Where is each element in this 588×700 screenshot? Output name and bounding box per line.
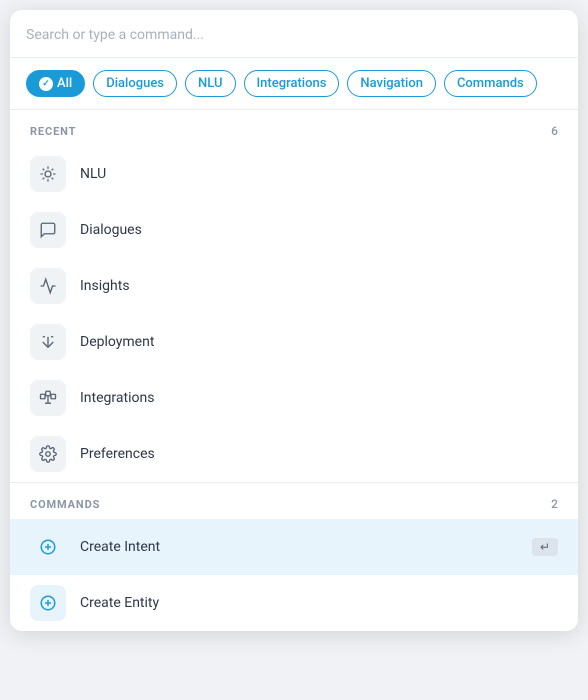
filter-label-nlu: NLU — [198, 76, 222, 91]
integrations-label: Integrations — [80, 390, 154, 406]
deployment-icon — [30, 324, 66, 360]
create-intent-shortcut: ↵ — [532, 538, 558, 556]
list-item-dialogues[interactable]: Dialogues — [10, 202, 578, 258]
commands-section: COMMANDS 2 Create Intent ↵ — [10, 482, 578, 631]
deployment-label: Deployment — [80, 334, 154, 350]
create-intent-icon — [30, 529, 66, 565]
list-item-deployment[interactable]: Deployment — [10, 314, 578, 370]
preferences-label: Preferences — [80, 446, 155, 462]
list-item-create-intent[interactable]: Create Intent ↵ — [10, 519, 578, 575]
integrations-icon — [30, 380, 66, 416]
filter-chip-navigation[interactable]: Navigation — [347, 70, 436, 97]
filter-bar: All Dialogues NLU Integrations Navigatio… — [10, 58, 578, 110]
nlu-icon — [30, 156, 66, 192]
recent-section-count: 6 — [551, 124, 558, 138]
create-entity-icon — [30, 585, 66, 621]
search-bar — [10, 10, 578, 58]
commands-section-header: COMMANDS 2 — [10, 483, 578, 519]
filter-chip-nlu[interactable]: NLU — [185, 70, 235, 97]
filter-label-commands: Commands — [457, 76, 524, 91]
filter-chip-integrations[interactable]: Integrations — [244, 70, 340, 97]
commands-section-count: 2 — [551, 497, 558, 511]
dialogues-icon — [30, 212, 66, 248]
recent-section-title: RECENT — [30, 125, 76, 138]
command-palette: All Dialogues NLU Integrations Navigatio… — [10, 10, 578, 631]
create-entity-label: Create Entity — [80, 595, 159, 611]
filter-label-dialogues: Dialogues — [106, 76, 164, 91]
preferences-icon — [30, 436, 66, 472]
filter-chip-all[interactable]: All — [26, 70, 85, 97]
insights-label: Insights — [80, 278, 130, 294]
create-intent-label: Create Intent — [80, 539, 160, 555]
filter-chip-dialogues[interactable]: Dialogues — [93, 70, 177, 97]
list-item-insights[interactable]: Insights — [10, 258, 578, 314]
dialogues-label: Dialogues — [80, 222, 142, 238]
recent-section-header: RECENT 6 — [10, 110, 578, 146]
filter-label-navigation: Navigation — [360, 76, 423, 91]
list-item-nlu[interactable]: NLU — [10, 146, 578, 202]
list-item-create-entity[interactable]: Create Entity — [10, 575, 578, 631]
nlu-label: NLU — [80, 166, 106, 182]
search-input[interactable] — [26, 27, 562, 43]
commands-section-title: COMMANDS — [30, 498, 100, 511]
filter-chip-commands[interactable]: Commands — [444, 70, 537, 97]
enter-icon: ↵ — [540, 540, 550, 554]
filter-label-all: All — [57, 76, 72, 91]
list-item-preferences[interactable]: Preferences — [10, 426, 578, 482]
insights-icon — [30, 268, 66, 304]
filter-label-integrations: Integrations — [257, 76, 327, 91]
list-item-integrations[interactable]: Integrations — [10, 370, 578, 426]
check-icon — [39, 77, 53, 91]
recent-section: RECENT 6 NLU Dialogues — [10, 110, 578, 482]
